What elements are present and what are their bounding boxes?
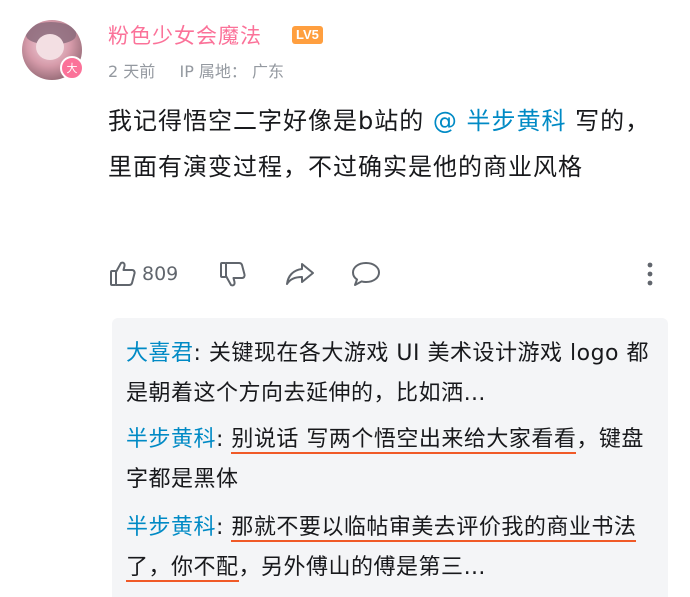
reply-author[interactable]: 大喜君 xyxy=(126,341,194,366)
thumbs-down-icon xyxy=(218,259,248,289)
reply-separator: : xyxy=(216,427,232,452)
mention-link[interactable]: @ 半步黄科 xyxy=(433,107,567,135)
share-button[interactable] xyxy=(284,258,316,290)
like-button[interactable]: 809 xyxy=(108,258,178,290)
reply-separator: : xyxy=(193,341,209,366)
ip-label: IP 属地： xyxy=(179,62,247,81)
comment-actions: 809 xyxy=(108,258,668,290)
more-vertical-icon xyxy=(644,260,656,288)
thumbs-up-icon xyxy=(108,259,138,289)
username[interactable]: 粉色少女会魔法 xyxy=(108,20,262,50)
dislike-button[interactable] xyxy=(218,258,248,290)
reply-separator: : xyxy=(216,515,232,540)
level-badge: LV5 xyxy=(292,26,323,44)
comment-time: 2 天前 xyxy=(108,62,156,81)
reply-item[interactable]: 半步黄科: 别说话 写两个悟空出来给大家看看，键盘字都是黑体 xyxy=(126,420,656,500)
reply-text-underlined: 别说话 写两个悟空出来给大家看看 xyxy=(231,427,577,454)
reply-author[interactable]: 半步黄科 xyxy=(126,515,216,540)
comment-text-start: 我记得悟空二字好像是b站的 xyxy=(108,107,425,135)
reply-author[interactable]: 半步黄科 xyxy=(126,427,216,452)
like-count: 809 xyxy=(142,263,179,285)
reply-item[interactable]: 半步黄科: 那就不要以临帖审美去评价我的商业书法了，你不配，另外傅山的傅是第三… xyxy=(126,508,656,588)
avatar-badge: 大 xyxy=(60,56,84,80)
reply-button[interactable] xyxy=(350,258,382,290)
comment-meta: 2 天前 IP 属地： 广东 xyxy=(108,58,284,82)
comment-text: 我记得悟空二字好像是b站的 @ 半步黄科 写的，里面有演变过程，不过确实是他的商… xyxy=(108,98,668,190)
comment-icon xyxy=(350,259,382,289)
ip-location: 广东 xyxy=(252,62,285,81)
share-icon xyxy=(284,259,316,289)
avatar-face xyxy=(36,34,64,60)
reply-text: ，另外傅山的傅是第三… xyxy=(238,555,487,580)
reply-section: 大喜君: 关键现在各大游戏 UI 美术设计游戏 logo 都是朝着这个方向去延伸… xyxy=(112,318,668,597)
more-button[interactable] xyxy=(644,258,656,290)
reply-item[interactable]: 大喜君: 关键现在各大游戏 UI 美术设计游戏 logo 都是朝着这个方向去延伸… xyxy=(126,334,656,414)
